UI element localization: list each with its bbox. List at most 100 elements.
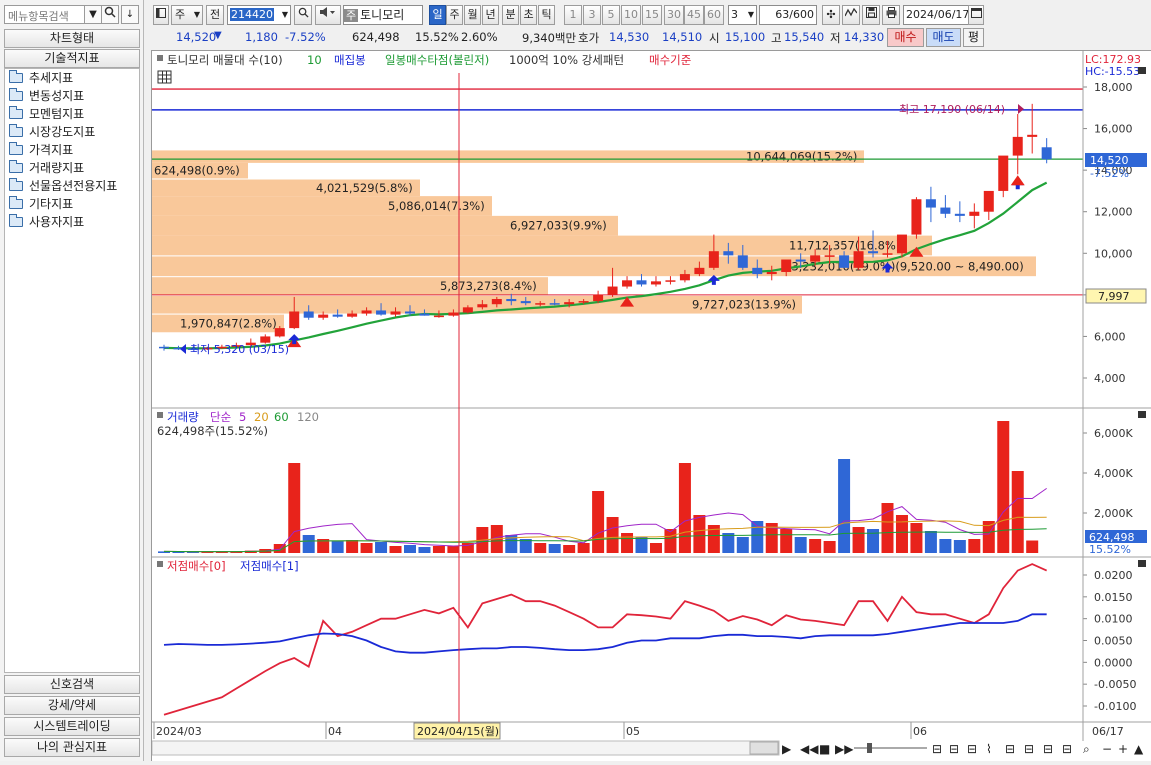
x-axis-label: 05 bbox=[626, 725, 640, 738]
tree-item[interactable]: 추세지표 bbox=[5, 69, 139, 87]
fast-forward-icon[interactable]: ▶▶ bbox=[835, 742, 854, 756]
arrow-down-icon[interactable]: ↓ bbox=[121, 5, 139, 24]
interval-button[interactable]: 1 bbox=[564, 5, 582, 25]
panel-close-icon[interactable] bbox=[1138, 560, 1146, 567]
tree-item[interactable]: 시장강도지표 bbox=[5, 123, 139, 141]
tree-item[interactable]: 선물옵션전용지표 bbox=[5, 177, 139, 195]
cursor-tool-icon[interactable]: ⌇ bbox=[986, 742, 992, 756]
scrollbar[interactable] bbox=[151, 740, 780, 756]
prev-button[interactable]: 전 bbox=[206, 5, 224, 25]
crosshair-icon[interactable]: ✣ bbox=[822, 5, 840, 25]
interval-button[interactable]: 45 bbox=[684, 5, 704, 25]
chart-canvas[interactable]: 토니모리 매물대 수(10) 10 매집봉 일봉매수타점(볼린저) 1000억 … bbox=[151, 51, 1151, 762]
chevron-down-icon: ▼ bbox=[281, 10, 288, 19]
price-axis-label: 12,000 bbox=[1094, 206, 1133, 219]
zoom-box-icon[interactable]: ⊟ bbox=[1024, 742, 1034, 756]
period-button[interactable]: 분 bbox=[502, 5, 519, 25]
x-right-label: 06/17 bbox=[1092, 725, 1124, 738]
calendar-icon[interactable] bbox=[968, 5, 984, 25]
tab-my-indicators[interactable]: 나의 관심지표 bbox=[4, 738, 140, 757]
tree-item[interactable]: 변동성지표 bbox=[5, 87, 139, 105]
interval-button[interactable]: 15 bbox=[642, 5, 662, 25]
zoom-box-icon[interactable]: ⊟ bbox=[1062, 742, 1072, 756]
zoom-in-icon[interactable]: + bbox=[1118, 742, 1128, 756]
candle-body bbox=[506, 299, 517, 302]
stop-icon[interactable]: ■ bbox=[819, 742, 830, 756]
zigzag-icon[interactable] bbox=[842, 5, 860, 25]
tab-system-trading[interactable]: 시스템트레이딩 bbox=[4, 717, 140, 736]
zoom-box-icon[interactable]: ⊟ bbox=[967, 742, 977, 756]
magnify-icon[interactable]: ⌕ bbox=[1083, 742, 1090, 756]
scrollbar-thumb[interactable] bbox=[749, 741, 779, 755]
tree-item[interactable]: 가격지표 bbox=[5, 141, 139, 159]
zoom-box-icon[interactable]: ⊟ bbox=[1005, 742, 1015, 756]
chevron-up-icon[interactable]: ▲ bbox=[1134, 742, 1144, 756]
interval-button[interactable]: 30 bbox=[664, 5, 684, 25]
volume-bar bbox=[939, 539, 952, 553]
stock-name-field[interactable]: 주 토니모리 bbox=[343, 5, 423, 25]
chart-area[interactable]: 토니모리 매물대 수(10) 10 매집봉 일봉매수타점(볼린저) 1000억 … bbox=[151, 50, 1151, 761]
save-icon[interactable] bbox=[862, 5, 880, 25]
panel-close-icon[interactable] bbox=[1138, 411, 1146, 418]
tab-technical-indicators[interactable]: 기술적지표 bbox=[4, 49, 140, 68]
zoom-out-icon[interactable]: − bbox=[1102, 742, 1112, 756]
rewind-icon[interactable]: ◀◀ bbox=[800, 742, 819, 756]
period-selector[interactable]: 주 ▼ bbox=[171, 5, 203, 25]
low-label: 저 bbox=[830, 31, 841, 45]
price-axis-label: 10,000 bbox=[1094, 247, 1133, 260]
tree-item[interactable]: 거래량지표 bbox=[5, 159, 139, 177]
sell-button[interactable]: 매도 bbox=[926, 28, 961, 47]
volume-bar bbox=[302, 535, 315, 553]
indicator-line-0 bbox=[163, 563, 1048, 716]
period-button[interactable]: 초 bbox=[520, 5, 537, 25]
play-icon[interactable]: ▶ bbox=[782, 742, 792, 756]
folder-icon bbox=[9, 178, 23, 191]
period-button[interactable]: 월 bbox=[464, 5, 481, 25]
eval-button[interactable]: 평 bbox=[963, 28, 984, 47]
x-axis-label: 06 bbox=[913, 725, 927, 738]
candle-body bbox=[737, 255, 748, 268]
interval-button[interactable]: 3 bbox=[583, 5, 601, 25]
search-icon[interactable] bbox=[294, 5, 312, 25]
tab-chart-type[interactable]: 차트형태 bbox=[4, 29, 140, 48]
tree-item[interactable]: 모멘텀지표 bbox=[5, 105, 139, 123]
current-price-tag-text: 14,520 bbox=[1090, 154, 1129, 167]
volume-bar bbox=[664, 529, 677, 553]
table-icon[interactable] bbox=[157, 70, 172, 84]
interval-button[interactable]: 60 bbox=[704, 5, 724, 25]
period-button[interactable]: 주 bbox=[446, 5, 463, 25]
tab-signal-search[interactable]: 신호검색 bbox=[4, 675, 140, 694]
zoom-box-icon[interactable]: ⊟ bbox=[932, 742, 942, 756]
zoom-slider-thumb[interactable] bbox=[867, 743, 872, 753]
candle-body bbox=[159, 346, 169, 349]
tree-item[interactable]: 사용자지표 bbox=[5, 213, 139, 231]
period-button[interactable]: 일 bbox=[429, 5, 446, 25]
volume-profile-label: 5,873,273(8.4%) bbox=[440, 279, 537, 293]
tree-item[interactable]: 기타지표 bbox=[5, 195, 139, 213]
count-input[interactable]: 63/600 bbox=[759, 5, 817, 25]
interval-select[interactable]: 3 ▼ bbox=[728, 5, 757, 25]
chart-window-icon[interactable] bbox=[153, 5, 169, 25]
interval-button[interactable]: 5 bbox=[602, 5, 620, 25]
volume-bar bbox=[649, 543, 662, 553]
period-button[interactable]: 년 bbox=[482, 5, 499, 25]
search-icon[interactable] bbox=[101, 5, 119, 24]
interval-button[interactable]: 10 bbox=[621, 5, 641, 25]
zoom-box-icon[interactable]: ⊟ bbox=[949, 742, 959, 756]
stock-code-input[interactable]: 214420 ▼ bbox=[227, 5, 291, 25]
date-input[interactable]: 2024/06/17 bbox=[903, 5, 971, 25]
zoom-box-icon[interactable]: ⊟ bbox=[1043, 742, 1053, 756]
volume-legend-ma120: 120 bbox=[297, 410, 319, 424]
folder-icon bbox=[9, 160, 23, 173]
legend-bb-name: 일봉매수타점(볼린저) bbox=[385, 53, 489, 67]
panel-close-icon[interactable] bbox=[1138, 67, 1146, 74]
tab-strong-weak[interactable]: 강세/약세 bbox=[4, 696, 140, 715]
period-button[interactable]: 틱 bbox=[538, 5, 555, 25]
print-icon[interactable] bbox=[882, 5, 900, 25]
buy-button[interactable]: 매수 bbox=[887, 28, 924, 47]
candle-body bbox=[289, 311, 300, 329]
x-axis-label: 2024/03 bbox=[156, 725, 202, 738]
chevron-down-icon[interactable]: ▼ bbox=[84, 5, 102, 24]
speaker-icon[interactable] bbox=[315, 5, 341, 25]
buy-arrow-icon bbox=[288, 334, 301, 345]
